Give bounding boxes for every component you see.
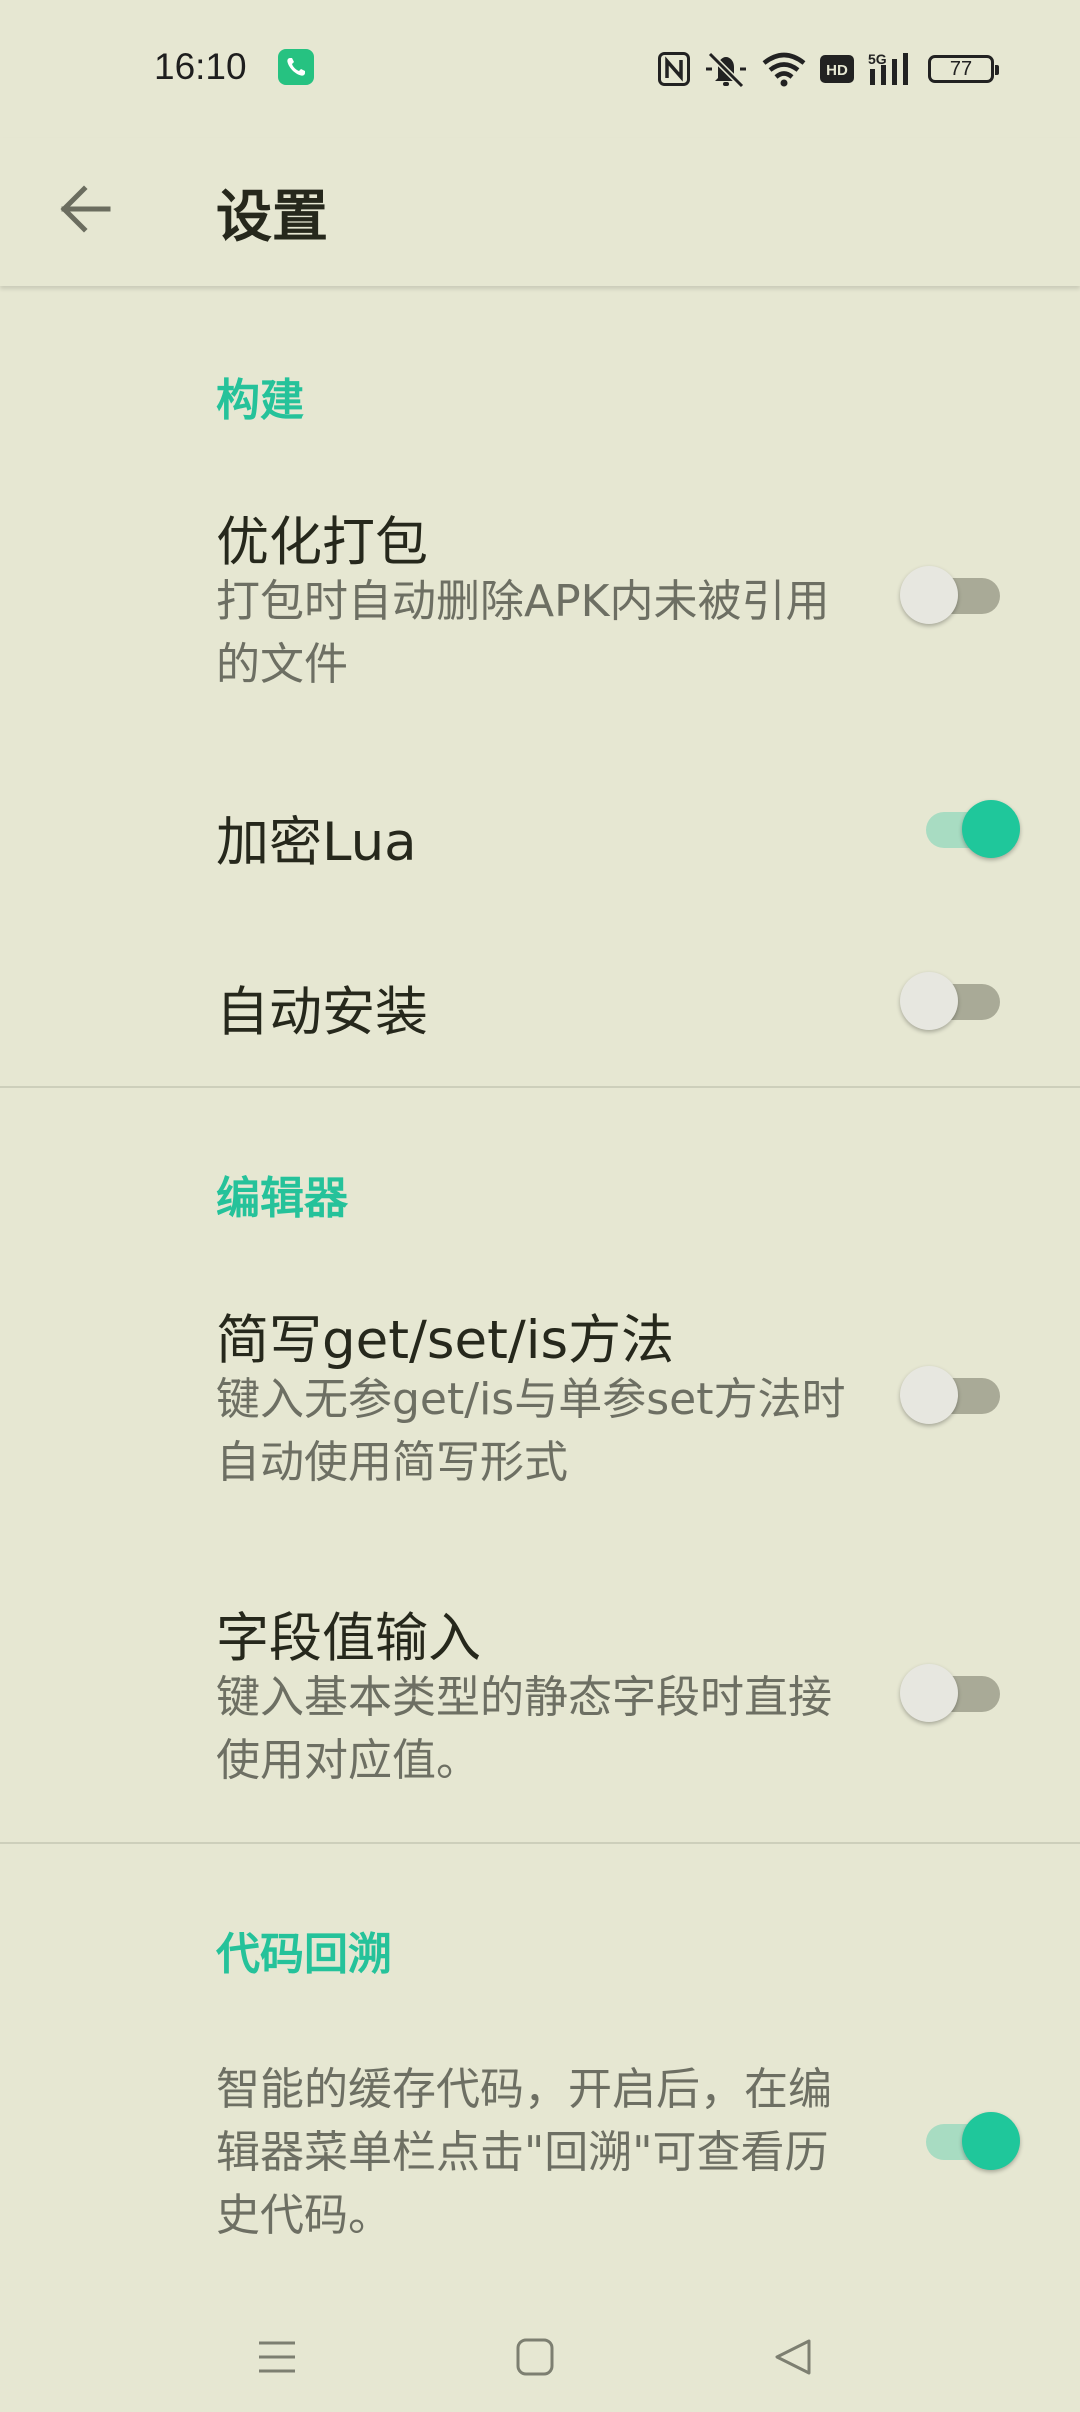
hd-icon: HD <box>820 55 854 83</box>
svg-text:5G: 5G <box>868 51 887 67</box>
menu-icon <box>259 2341 295 2373</box>
section-header-build: 构建 <box>216 375 304 426</box>
section-header-code-history: 代码回溯 <box>216 1929 392 1980</box>
pref-summary: 键入基本类型的静态字段时直接使用对应值。 <box>216 1672 832 1786</box>
switch-thumb <box>900 1664 958 1722</box>
status-time: 16:10 <box>154 46 247 87</box>
home-button[interactable] <box>490 2312 580 2402</box>
back-nav-button[interactable] <box>748 2312 838 2402</box>
recents-button[interactable] <box>232 2312 322 2402</box>
home-icon <box>516 2338 554 2376</box>
switch-thumb <box>900 1366 958 1424</box>
pref-title: 简写get/set/is方法 <box>216 1310 675 1371</box>
switch-thumb <box>900 566 958 624</box>
nfc-icon <box>658 52 690 86</box>
settings-list[interactable]: 构建 优化打包 打包时自动删除APK内未被引用的文件 加密Lua 自动安装 编辑… <box>0 286 1080 2282</box>
pref-title: 优化打包 <box>216 512 428 573</box>
app-toolbar: 设置 <box>0 138 1080 286</box>
signal-5g-icon: 5G <box>868 51 908 85</box>
section-header-editor: 编辑器 <box>216 1173 348 1224</box>
toggle-switch[interactable] <box>900 1662 1024 1726</box>
back-triangle-icon <box>775 2339 811 2375</box>
switch-thumb <box>962 800 1020 858</box>
system-nav-bar <box>0 2282 1080 2412</box>
toggle-switch[interactable] <box>900 1364 1024 1428</box>
page-title: 设置 <box>216 185 328 250</box>
mute-icon <box>706 51 746 88</box>
pref-summary: 智能的缓存代码，开启后，在编辑器菜单栏点击"回溯"可查看历史代码。 <box>216 2064 832 2241</box>
switch-thumb <box>900 972 958 1030</box>
battery-level: 77 <box>949 58 973 80</box>
toggle-switch[interactable] <box>900 564 1024 628</box>
pref-title: 自动安装 <box>216 982 428 1043</box>
status-bar: 16:10 HD 5G 77 <box>0 0 1080 138</box>
toggle-switch[interactable] <box>900 2110 1024 2174</box>
pref-title: 字段值输入 <box>216 1608 481 1669</box>
wifi-icon <box>762 52 806 87</box>
toggle-switch[interactable] <box>900 798 1024 862</box>
phone-call-icon <box>278 49 314 85</box>
pref-summary: 键入无参get/is与单参set方法时自动使用简写形式 <box>216 1374 846 1488</box>
section-divider <box>0 1086 1080 1088</box>
status-icons: HD 5G 77 <box>658 48 999 90</box>
switch-thumb <box>962 2112 1020 2170</box>
toggle-switch[interactable] <box>900 970 1024 1034</box>
pref-title: 加密Lua <box>216 812 417 873</box>
arrow-back-icon <box>60 185 111 233</box>
back-button[interactable] <box>44 168 126 250</box>
battery-icon: 77 <box>928 55 999 83</box>
svg-text:HD: HD <box>826 62 848 79</box>
pref-summary: 打包时自动删除APK内未被引用的文件 <box>216 576 830 690</box>
section-divider <box>0 1842 1080 1844</box>
